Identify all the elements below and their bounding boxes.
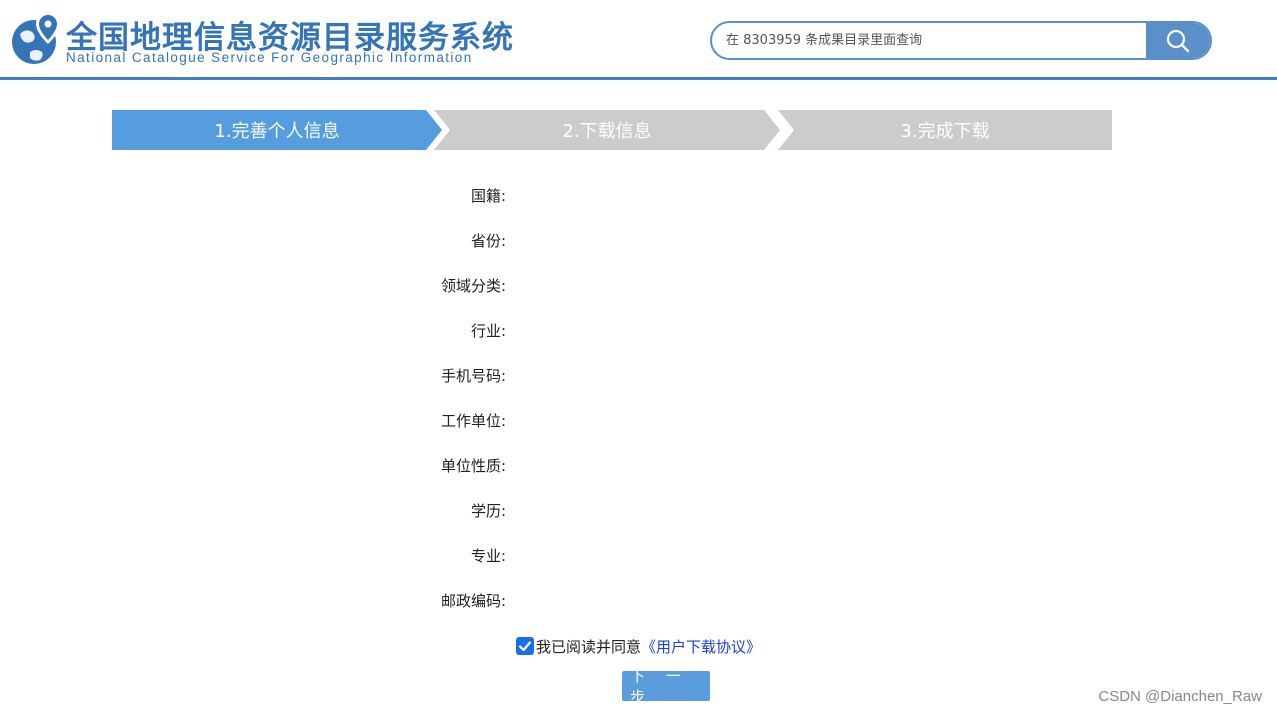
step-3-label: 3.完成下载 — [900, 121, 990, 142]
watermark: CSDN @Dianchen_Raw — [1098, 688, 1262, 705]
form-row-education: 学历: — [300, 495, 720, 525]
step-1-label: 1.完善个人信息 — [214, 121, 340, 142]
form-row-employer-type: 单位性质: — [300, 450, 720, 480]
domain-label: 领域分类: — [440, 277, 506, 295]
globe-pin-icon[interactable] — [10, 10, 62, 66]
postcode-field[interactable] — [510, 587, 710, 613]
form-row-major: 专业: — [300, 540, 720, 570]
form-row-postcode: 邮政编码: — [300, 585, 720, 615]
form-row-phone: 手机号码: — [300, 360, 720, 390]
step-1: 1.完善个人信息 — [112, 110, 442, 150]
employer-field[interactable] — [510, 407, 710, 433]
major-label: 专业: — [470, 547, 506, 565]
site-subtitle: National Catalogue Service For Geographi… — [66, 50, 473, 65]
province-field[interactable] — [510, 227, 710, 253]
postcode-label: 邮政编码: — [440, 592, 506, 610]
search-button[interactable] — [1146, 23, 1210, 58]
province-label: 省份: — [470, 232, 506, 250]
employer-type-label: 单位性质: — [440, 457, 506, 475]
step-2: 2.下载信息 — [434, 110, 780, 150]
employer-label: 工作单位: — [440, 412, 506, 430]
phone-field[interactable] — [510, 362, 710, 388]
nationality-label: 国籍: — [470, 187, 506, 205]
industry-field[interactable] — [510, 317, 710, 343]
industry-label: 行业: — [470, 322, 506, 340]
step-2-label: 2.下载信息 — [562, 121, 652, 142]
form-row-province: 省份: — [300, 225, 720, 255]
user-agreement-link[interactable]: 《用户下载协议》 — [641, 636, 761, 657]
search-bar — [710, 21, 1212, 60]
search-input[interactable] — [712, 23, 1148, 58]
domain-field[interactable] — [510, 272, 710, 298]
major-field[interactable] — [510, 542, 710, 568]
education-label: 学历: — [470, 502, 506, 520]
progress-steps: 1.完善个人信息 2.下载信息 3.完成下载 — [112, 110, 1112, 150]
agreement-row: 我已阅读并同意 《用户下载协议》 — [516, 635, 761, 657]
form-row-employer: 工作单位: — [300, 405, 720, 435]
form-row-nationality: 国籍: — [300, 180, 720, 210]
employer-type-field[interactable] — [510, 452, 710, 478]
search-icon — [1166, 29, 1190, 52]
checkmark-icon — [518, 641, 532, 652]
site-header: 全国地理信息资源目录服务系统 National Catalogue Servic… — [0, 0, 1277, 80]
phone-label: 手机号码: — [440, 367, 506, 385]
form-row-domain: 领域分类: — [300, 270, 720, 300]
agree-checkbox[interactable] — [516, 637, 534, 655]
agree-text: 我已阅读并同意 — [536, 637, 642, 656]
nationality-field[interactable] — [510, 182, 710, 208]
next-step-button[interactable]: 下 一 步 — [622, 667, 710, 706]
education-field[interactable] — [510, 497, 710, 523]
form-row-industry: 行业: — [300, 315, 720, 345]
step-3: 3.完成下载 — [778, 110, 1112, 150]
